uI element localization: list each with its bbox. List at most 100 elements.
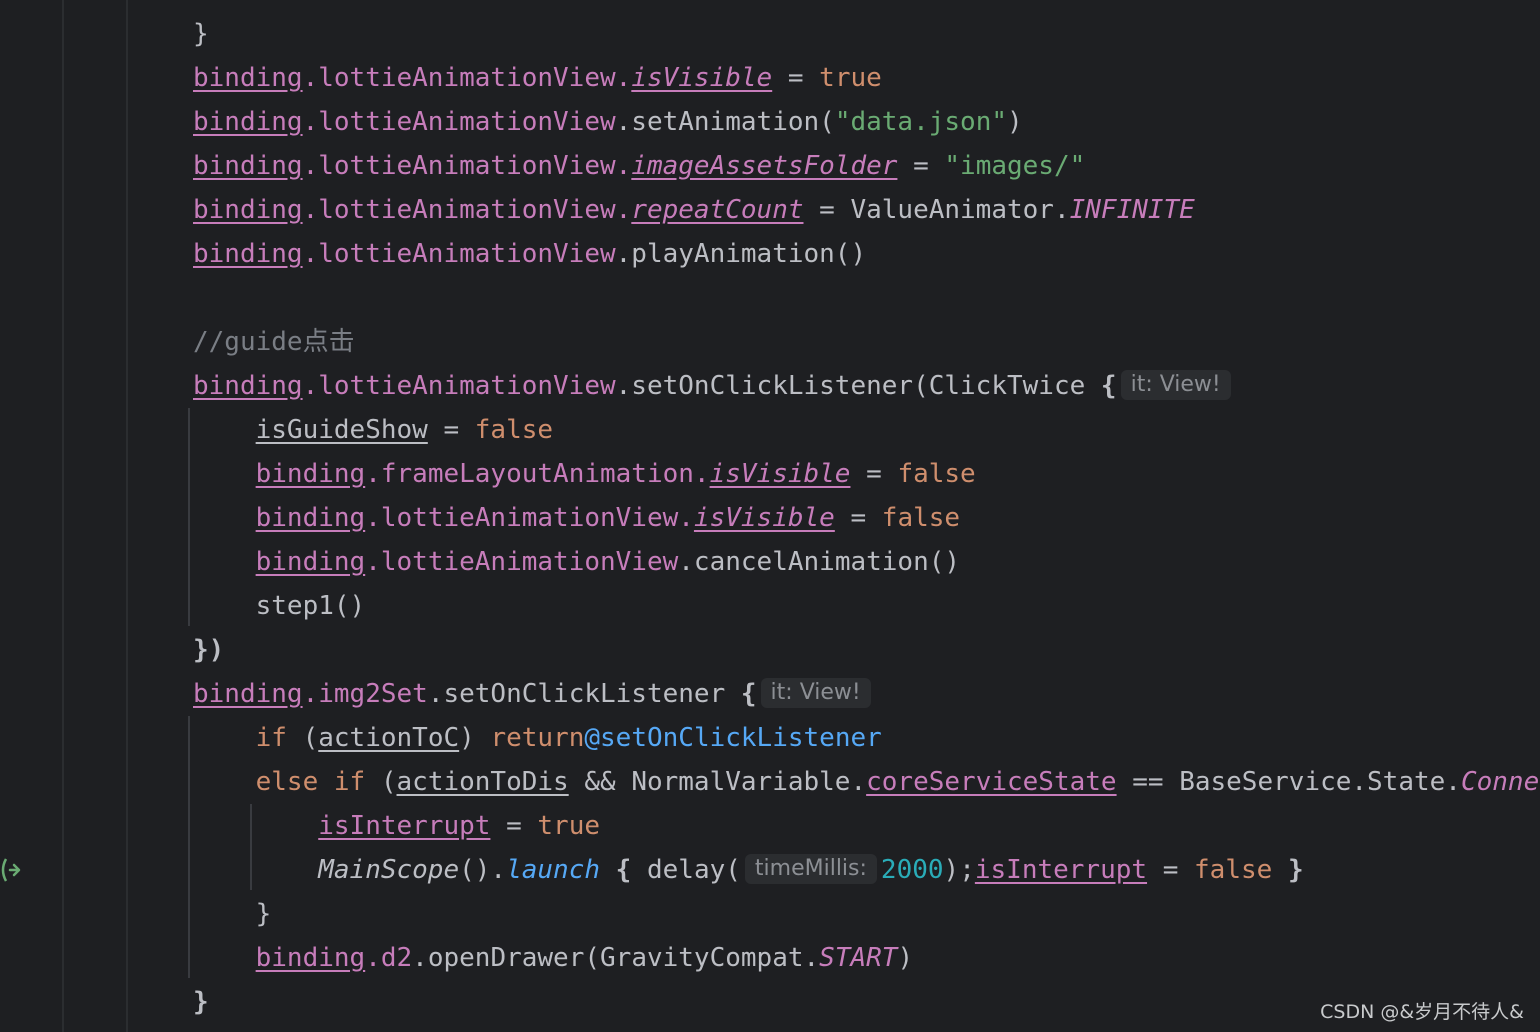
indent-guide-block — [188, 408, 190, 626]
code-token: binding — [193, 371, 303, 401]
code-token: = — [897, 151, 945, 181]
code-token: = ValueAnimator. — [803, 195, 1070, 225]
code-token: { — [1100, 371, 1117, 401]
code-token: } — [193, 899, 272, 929]
code-token: .lottieAnimationView. — [302, 195, 632, 225]
code-token: ) — [459, 723, 491, 753]
code-token: (). — [459, 855, 507, 885]
code-token: = — [834, 503, 882, 533]
indent-guide-outer — [126, 0, 128, 1032]
code-token: isVisible — [693, 503, 835, 533]
code-token: binding — [255, 943, 366, 973]
code-line[interactable]: binding.lottieAnimationView.setOnClickLi… — [193, 364, 1235, 408]
code-token: .img2Set — [302, 679, 428, 709]
code-line[interactable]: step1() — [193, 584, 366, 628]
code-token: imageAssetsFolder — [631, 151, 898, 181]
code-token: true — [537, 811, 601, 841]
code-token: .lottieAnimationView — [365, 547, 679, 577]
code-token: Connected — [1460, 767, 1540, 797]
code-line[interactable]: if (actionToC) return@setOnClickListener — [193, 716, 882, 760]
code-line[interactable]: } — [193, 980, 209, 1024]
code-token: .setAnimation( — [615, 107, 835, 137]
code-line[interactable]: binding.lottieAnimationView.cancelAnimat… — [193, 540, 960, 584]
code-token: .setOnClickListener — [427, 679, 741, 709]
code-line[interactable]: MainScope().launch { delay(timeMillis: 20… — [193, 848, 1304, 892]
code-token: = — [490, 811, 538, 841]
code-line[interactable]: }) — [193, 628, 224, 672]
code-line[interactable]: binding.frameLayoutAnimation.isVisible =… — [193, 452, 976, 496]
code-line[interactable]: isInterrupt = true — [193, 804, 600, 848]
code-line[interactable]: binding.lottieAnimationView.imageAssetsF… — [193, 144, 1085, 188]
code-token: ) — [1007, 107, 1023, 137]
code-line[interactable]: binding.lottieAnimationView.isVisible = … — [193, 496, 960, 540]
code-token: ( — [365, 767, 397, 797]
code-line[interactable]: binding.lottieAnimationView.isVisible = … — [193, 56, 882, 100]
indent-guide-block — [188, 716, 190, 978]
coroutine-gutter-icon[interactable] — [0, 856, 22, 884]
code-token: false — [881, 503, 961, 533]
code-token: 2000 — [880, 855, 944, 885]
code-token: = — [772, 63, 820, 93]
code-token: isVisible — [631, 63, 773, 93]
code-token: binding — [193, 63, 303, 93]
code-line[interactable]: } — [193, 892, 272, 936]
code-token: @setOnClickListener — [584, 723, 882, 753]
code-token: binding — [193, 195, 303, 225]
code-token: isVisible — [709, 459, 851, 489]
code-token: isInterrupt — [318, 811, 491, 841]
code-token: else if — [255, 767, 366, 797]
code-line[interactable]: isGuideShow = false — [193, 408, 553, 452]
code-token: .lottieAnimationView. — [365, 503, 694, 533]
code-token: .setOnClickListener(ClickTwice — [615, 371, 1101, 401]
code-token: //guide点击 — [193, 327, 355, 357]
code-token: .lottieAnimationView. — [302, 63, 632, 93]
code-token: .lottieAnimationView — [302, 371, 616, 401]
code-token: binding — [193, 107, 303, 137]
code-token: .lottieAnimationView — [302, 107, 616, 137]
code-token: = — [1147, 855, 1195, 885]
code-token: } — [193, 987, 209, 1017]
code-token: .d2 — [365, 943, 413, 973]
code-token: binding — [255, 503, 366, 533]
code-token: isInterrupt — [974, 855, 1148, 885]
parameter-hint: timeMillis: — [744, 853, 877, 884]
code-line[interactable]: binding.img2Set.setOnClickListener {it: … — [193, 672, 875, 716]
code-token: repeatCount — [631, 195, 804, 225]
code-token: { — [615, 855, 632, 885]
code-token: "images/" — [944, 151, 1086, 181]
code-token: ); — [943, 855, 975, 885]
code-token: && NormalVariable. — [568, 767, 867, 797]
code-token: }) — [193, 635, 225, 665]
code-token: ) — [897, 943, 914, 973]
code-token: binding — [255, 547, 366, 577]
code-line[interactable]: //guide点击 — [193, 320, 355, 364]
gutter-separator — [62, 0, 64, 1032]
code-line[interactable]: binding.lottieAnimationView.setAnimation… — [193, 100, 1023, 144]
code-token: .cancelAnimation() — [678, 547, 961, 577]
code-token: { — [740, 679, 757, 709]
code-token: .frameLayoutAnimation. — [365, 459, 710, 489]
code-token: delay( — [631, 855, 741, 885]
code-token: .openDrawer(GravityCompat. — [412, 943, 820, 973]
code-line[interactable]: } — [193, 12, 209, 56]
code-line[interactable]: binding.lottieAnimationView.repeatCount … — [193, 188, 1195, 232]
code-line[interactable]: binding.d2.openDrawer(GravityCompat.STAR… — [193, 936, 913, 980]
code-line[interactable]: else if (actionToDis && NormalVariable.c… — [193, 760, 1540, 804]
code-token: launch — [506, 855, 601, 885]
code-token: binding — [193, 151, 303, 181]
code-line[interactable]: binding.lottieAnimationView.playAnimatio… — [193, 232, 866, 276]
code-editor[interactable]: } binding.lottieAnimationView.isVisible =… — [0, 0, 1540, 1032]
code-token: START — [819, 943, 898, 973]
code-token: } — [193, 19, 209, 49]
code-token: actionToDis — [396, 767, 569, 797]
code-token: binding — [193, 679, 303, 709]
parameter-hint: it: View! — [1120, 369, 1231, 400]
code-token: false — [474, 415, 554, 445]
code-token: if — [255, 723, 287, 753]
code-token: false — [1194, 855, 1273, 885]
